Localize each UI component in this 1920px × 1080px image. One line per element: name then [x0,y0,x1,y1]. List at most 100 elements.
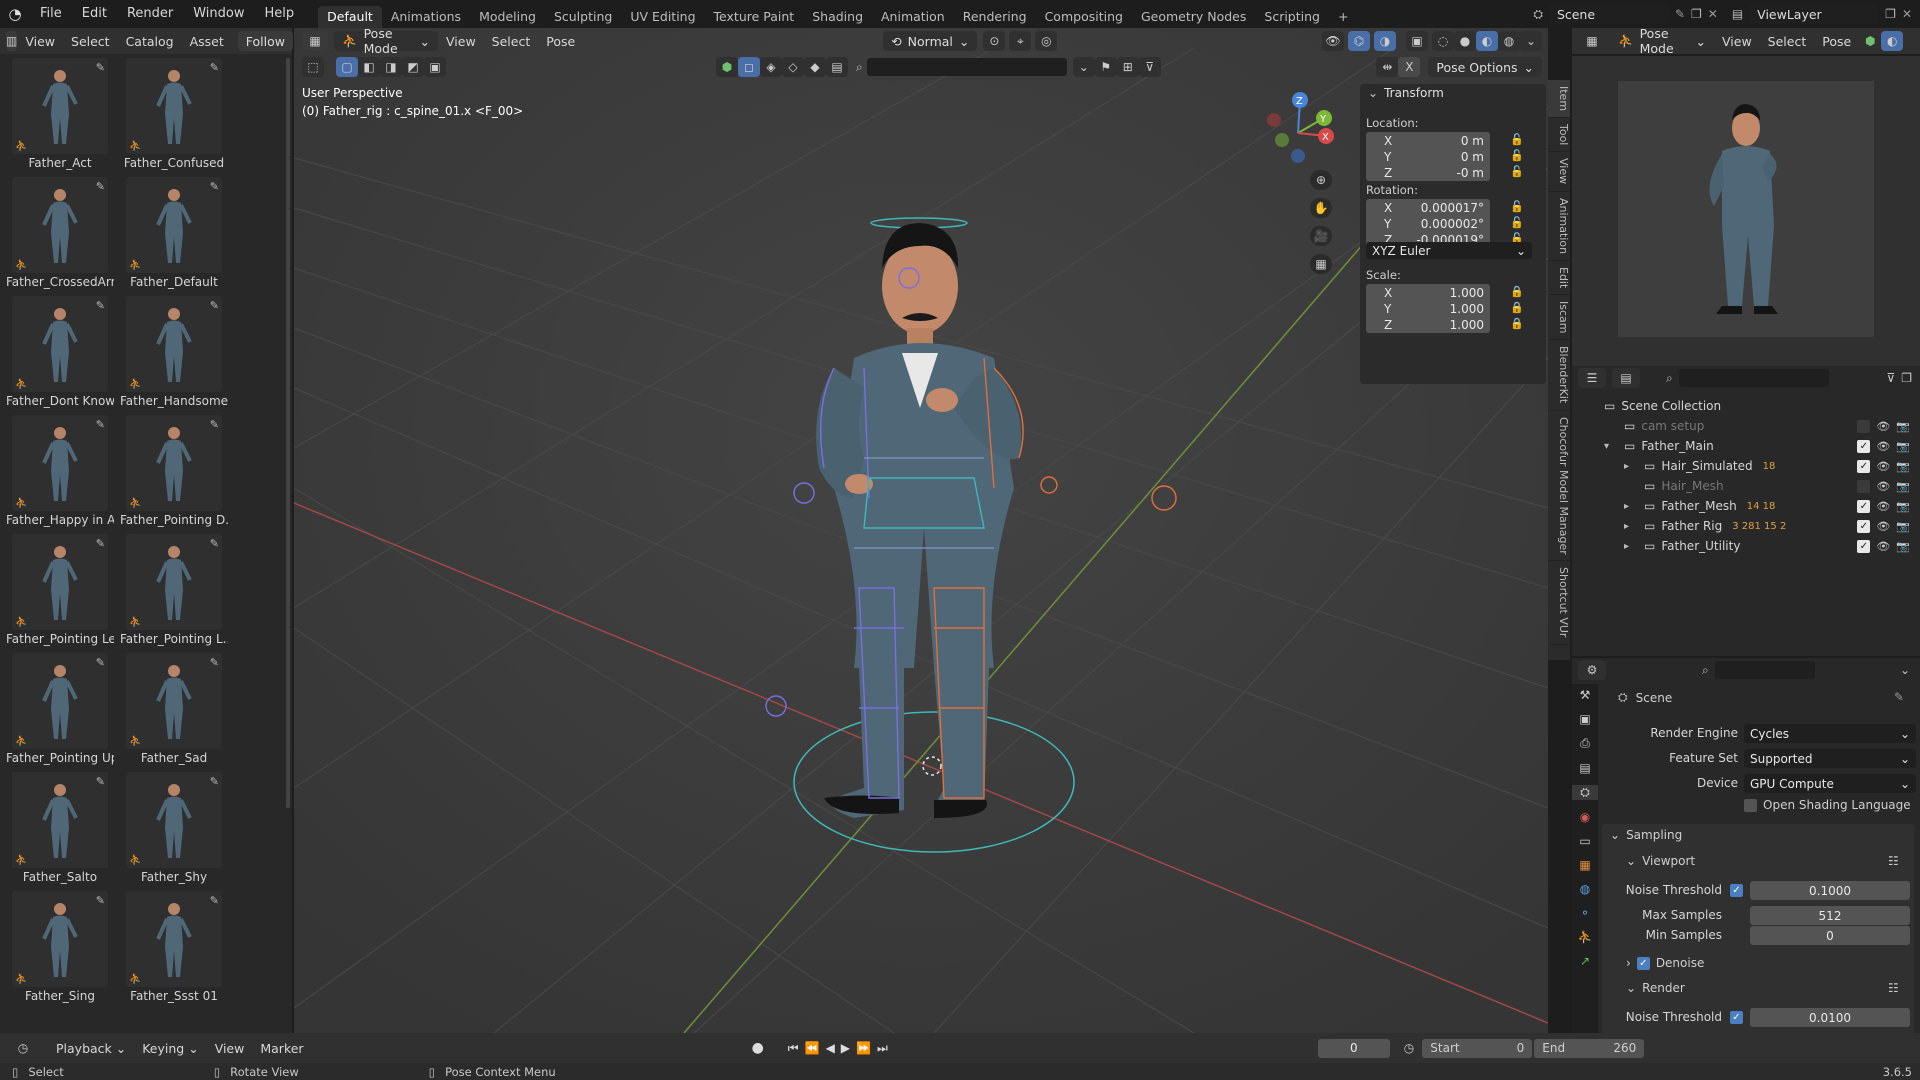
scene-selector[interactable]: ⛭ Scene ✎ ❐ ✕ [1533,4,1718,24]
timeline-menu-playback[interactable]: Playback ⌄ [48,1041,134,1056]
snap-icon[interactable]: ⌖ [1009,31,1032,51]
mirror-icon[interactable]: ⇹ [1376,57,1399,77]
viewport-max-samples-field[interactable]: 512 [1750,906,1910,925]
new-scene-icon[interactable]: ❐ [1691,7,1702,21]
edit-icon[interactable]: ✎ [96,656,105,669]
dropdown-icon[interactable]: ⌄ [1072,57,1095,77]
tab-compositing[interactable]: Compositing [1036,6,1132,28]
outliner-row[interactable]: ▭ cam setup 👁 📷 [1572,416,1920,436]
start-frame-field[interactable]: Start 0 [1422,1038,1533,1058]
play-reverse-icon[interactable]: ◀ [826,1041,835,1055]
properties-search-input[interactable] [1714,661,1815,679]
asset-item[interactable]: ✎ ⛹ Father_Sing [6,891,114,1010]
camera-icon[interactable]: 📷 [1896,440,1910,453]
wireframe-shading-icon[interactable]: ◌ [1432,31,1454,51]
edit-icon[interactable]: ✎ [96,418,105,431]
viewport-editor-type-icon[interactable]: ▦ [302,31,328,51]
edit-icon[interactable]: ✎ [210,894,219,907]
edit-icon[interactable]: ✎ [96,180,105,193]
overlay-toggle-icon[interactable]: ◑ [1374,31,1396,51]
preview-menu-pose[interactable]: Pose [1814,34,1859,49]
output-tab-icon[interactable]: ⎙ [1572,736,1598,751]
denoise-subpanel-header[interactable]: › ✓ Denoise [1626,956,1704,970]
sampling-header[interactable]: ⌄ Sampling [1610,828,1682,842]
edit-icon[interactable]: ✎ [210,656,219,669]
object-tab-icon[interactable]: ▦ [1572,858,1598,872]
camera-icon[interactable]: 📷 [1896,540,1910,553]
asset-menu-select[interactable]: Select [63,34,118,49]
edit-icon[interactable]: ✎ [96,61,105,74]
bone-search-input[interactable] [866,58,1067,76]
rotation-mode-dropdown[interactable]: XYZ Euler ⌄ [1366,242,1532,259]
select-tool-icon[interactable]: ⬚ [302,57,324,77]
render-engine-dropdown[interactable]: Cycles ⌄ [1744,724,1916,743]
xray-icon[interactable]: ▣ [1406,31,1428,51]
unlock-icon[interactable]: 🔓 [1510,200,1524,213]
asset-scrollbar[interactable] [286,58,290,808]
asset-item[interactable]: ✎ ⛹ Father_Act [6,58,114,177]
solid-shading-icon[interactable]: ● [1454,31,1476,51]
rendered-shading-icon[interactable]: ◍ [1498,31,1520,51]
viewport-subpanel-header[interactable]: ⌄ Viewport [1626,854,1695,868]
constraint-tab-icon[interactable]: ⚬ [1572,906,1598,920]
tab-rendering[interactable]: Rendering [954,6,1036,28]
sidebar-tab-iscam[interactable]: Iscam [1548,295,1570,341]
exclude-checkbox[interactable] [1857,479,1871,493]
select-mode-invert-icon[interactable]: ◩ [402,57,424,77]
edit-icon[interactable]: ✎ [210,299,219,312]
eye-icon[interactable]: 👁 [1876,440,1890,453]
lock-icon[interactable]: 🔒 [1510,317,1524,330]
expand-arrow-icon[interactable]: ▸ [1624,541,1638,552]
outliner-row[interactable]: ▸ ▭ Father_Utility ✓ 👁 📷 [1572,536,1920,556]
editor-type-icon[interactable]: ▥ [6,31,18,51]
asset-item[interactable]: ✎ ⛹ Father_Confused [120,58,228,177]
data-tab-icon[interactable]: ⛹ [1572,930,1598,944]
tab-geometry-nodes[interactable]: Geometry Nodes [1132,6,1255,28]
asset-item[interactable]: ✎ ⛹ Father_Shy [120,772,228,891]
timeline-menu-view[interactable]: View [207,1041,253,1056]
exclude-checkbox[interactable] [1857,419,1871,433]
layer-4-icon[interactable]: ◆ [804,57,826,77]
scene-tab-icon[interactable]: ⛭ [1572,785,1598,800]
view-layer-tab-icon[interactable]: ▤ [1572,761,1598,775]
next-keyframe-icon[interactable]: ⏩ [856,1041,871,1055]
chevron-down-icon[interactable]: ⌄ [1368,86,1378,100]
expand-arrow-icon[interactable]: ▸ [1624,521,1638,532]
tool-tab-icon[interactable]: ⚒ [1572,688,1598,702]
sidebar-tab-animation[interactable]: Animation [1548,192,1570,261]
sidebar-tab-blenderkit[interactable]: BlenderKit [1548,340,1570,411]
collection-tab-icon[interactable]: ▭ [1572,834,1598,848]
scale-x-field[interactable]: X 1.000 [1366,284,1490,301]
bone-collection-icon[interactable]: ⬢ [716,57,738,77]
shading-options-icon[interactable]: ⌄ [1520,31,1542,51]
tab-shading[interactable]: Shading [803,6,872,28]
edit-icon[interactable]: ✎ [210,61,219,74]
edit-icon[interactable]: ✎ [210,775,219,788]
device-dropdown[interactable]: GPU Compute ⌄ [1744,774,1916,793]
asset-item[interactable]: ✎ ⛹ Father_Pointing D... [120,415,228,534]
sidebar-tab-view[interactable]: View [1548,152,1570,192]
preview-mode-dropdown[interactable]: ⛹ Pose Mode ⌄ [1610,26,1714,56]
bookmark-icon[interactable]: ⚑ [1094,57,1117,77]
layer-5-icon[interactable]: ▤ [826,57,848,77]
asset-item[interactable]: ✎ ⛹ Father_Pointing Left [6,534,114,653]
location-x-field[interactable]: X 0 m [1366,132,1490,149]
pivot-icon[interactable]: ⊙ [983,31,1006,51]
gizmo-toggle-icon[interactable]: ⌬ [1348,31,1370,51]
current-frame-field[interactable]: 0 [1317,1038,1390,1058]
camera-icon[interactable]: 📷 [1896,500,1910,513]
pin-icon[interactable]: ✎ [1675,7,1685,21]
layer-1-icon[interactable]: ◻ [738,57,760,77]
viewport-min-samples-field[interactable]: 0 [1750,926,1910,945]
clock-icon[interactable]: ◷ [1404,1041,1414,1055]
layer-2-icon[interactable]: ◈ [760,57,782,77]
play-icon[interactable]: ▶ [841,1041,850,1055]
tab-scripting[interactable]: Scripting [1255,6,1329,28]
unlock-icon[interactable]: 🔓 [1510,216,1524,229]
follow-button[interactable]: Follow [237,31,293,51]
outliner-row[interactable]: ▾ ▭ Father_Main ✓ 👁 📷 [1572,436,1920,456]
tab-modeling[interactable]: Modeling [470,6,545,28]
edit-icon[interactable]: ✎ [96,894,105,907]
layer-3-icon[interactable]: ◇ [782,57,804,77]
eye-icon[interactable]: 👁 [1876,540,1890,553]
